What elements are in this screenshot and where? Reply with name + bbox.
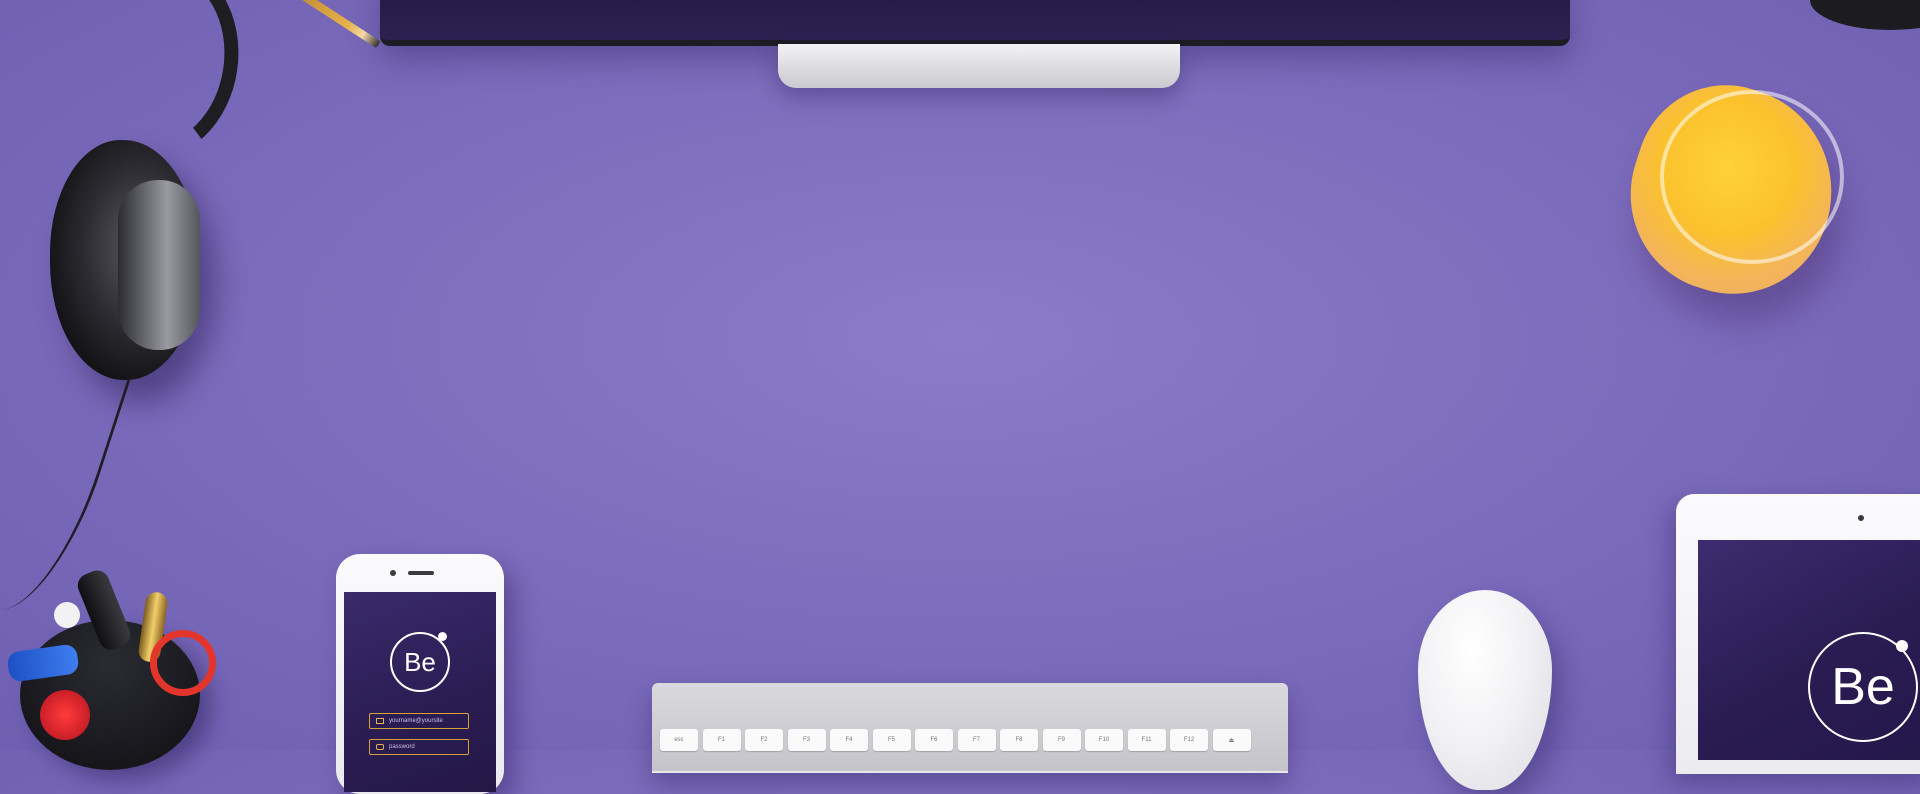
headphone-earcup-detail (118, 180, 200, 350)
logo-dot-large (1896, 640, 1908, 652)
monitor-screen (380, 0, 1570, 46)
key-f1[interactable]: F1 (702, 729, 741, 751)
be-logo-large-text: Be (1831, 658, 1895, 716)
smartphone: Be yourname@yoursite password (336, 554, 504, 794)
black-object-top-right (1810, 0, 1920, 30)
key-esc[interactable]: esc (660, 729, 698, 751)
key-f3[interactable]: F3 (787, 729, 826, 751)
key-f10[interactable]: F10 (1085, 729, 1123, 751)
pencil (275, 0, 381, 49)
mail-icon (376, 718, 384, 724)
logo-dot (438, 632, 447, 641)
scissors-handle (150, 630, 216, 696)
email-field[interactable]: yourname@yoursite (369, 713, 469, 729)
tablet-camera (1858, 515, 1864, 521)
phone-speaker (408, 571, 434, 575)
key-f7[interactable]: F7 (957, 729, 996, 751)
key-f12[interactable]: F12 (1170, 729, 1208, 751)
magic-mouse (1418, 590, 1552, 790)
email-placeholder: yourname@yoursite (389, 718, 443, 724)
phone-camera (390, 570, 396, 576)
key-f4[interactable]: F4 (830, 729, 868, 751)
pen-white (54, 602, 80, 628)
headphone-band (66, 0, 252, 169)
key-eject[interactable]: ⏏ (1212, 729, 1251, 751)
headphone-cable (0, 380, 131, 610)
be-logo: Be (390, 632, 450, 692)
key-f6[interactable]: F6 (915, 729, 953, 751)
be-logo-text: Be (404, 646, 436, 677)
phone-screen: Be yourname@yoursite password (344, 592, 496, 792)
key-f11[interactable]: F11 (1127, 729, 1166, 751)
glass-rim (1660, 90, 1844, 264)
password-placeholder: password (389, 744, 415, 750)
key-f8[interactable]: F8 (1000, 729, 1038, 751)
key-f9[interactable]: F9 (1042, 729, 1081, 751)
lock-icon (376, 744, 384, 750)
keyboard: esc F1 F2 F3 F4 F5 F6 F7 F8 F9 F10 F11 F… (652, 683, 1288, 773)
monitor-stand (778, 44, 1180, 88)
password-field[interactable]: password (369, 739, 469, 755)
pen-red (40, 690, 90, 740)
function-key-row: esc F1 F2 F3 F4 F5 F6 F7 F8 F9 F10 F11 F… (660, 729, 1251, 751)
key-f2[interactable]: F2 (745, 729, 783, 751)
key-f5[interactable]: F5 (872, 729, 911, 751)
